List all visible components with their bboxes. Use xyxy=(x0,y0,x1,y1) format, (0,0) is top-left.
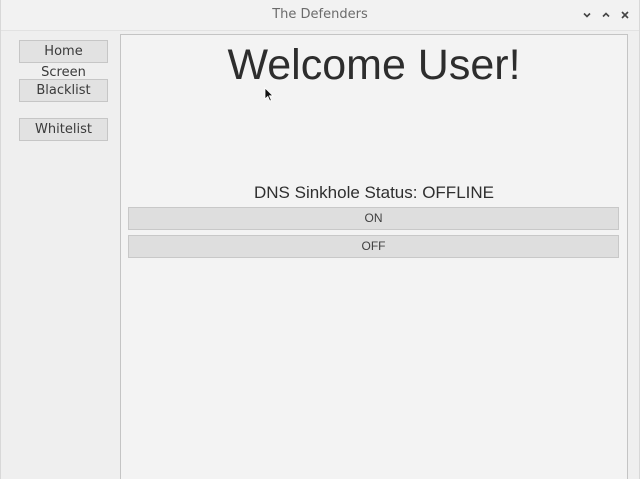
chevron-down-icon xyxy=(582,12,591,18)
app-window: The Defenders Home Screen Blacklist Whit… xyxy=(0,0,640,479)
maximize-button[interactable] xyxy=(597,6,614,23)
dns-sinkhole-status: DNS Sinkhole Status: OFFLINE xyxy=(121,183,627,203)
off-button[interactable]: OFF xyxy=(128,235,619,258)
welcome-heading: Welcome User! xyxy=(227,41,521,89)
whitelist-button[interactable]: Whitelist xyxy=(19,118,108,141)
window-title: The Defenders xyxy=(272,7,368,22)
status-label: DNS Sinkhole Status: xyxy=(254,183,423,202)
main-panel: Welcome User! DNS Sinkhole Status: OFFLI… xyxy=(120,34,628,479)
close-icon xyxy=(620,10,629,19)
minimize-button[interactable] xyxy=(578,6,595,23)
mouse-cursor-icon xyxy=(264,87,274,102)
close-button[interactable] xyxy=(616,6,633,23)
chevron-up-icon xyxy=(601,11,610,17)
status-value: OFFLINE xyxy=(422,183,494,202)
on-button[interactable]: ON xyxy=(128,207,619,230)
window-controls xyxy=(578,6,633,23)
home-screen-button[interactable]: Home Screen xyxy=(19,40,108,80)
title-bar[interactable]: The Defenders xyxy=(1,0,639,31)
sidebar: Home Screen Blacklist Whitelist xyxy=(19,40,108,157)
blacklist-button[interactable]: Blacklist xyxy=(19,79,108,102)
